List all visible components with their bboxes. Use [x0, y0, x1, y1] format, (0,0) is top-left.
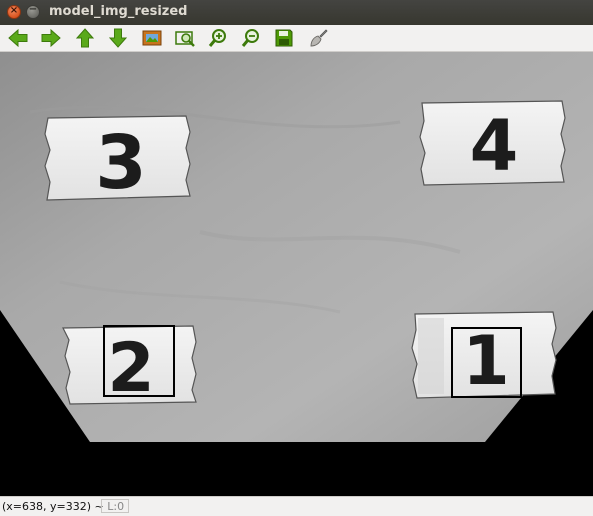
status-value-box [101, 499, 129, 513]
save-button[interactable] [273, 27, 295, 49]
zoom-in-button[interactable] [207, 27, 229, 49]
title-bar[interactable]: × − model_img_resized [0, 0, 593, 25]
zoom-region-button[interactable] [174, 27, 196, 49]
zoom-in-icon [208, 29, 226, 47]
card-1-digit: 1 [462, 322, 509, 401]
card-3-digit: 3 [95, 120, 147, 206]
close-icon: × [9, 5, 19, 16]
window-title: model_img_resized [49, 4, 188, 19]
card-3: 3 [44, 115, 191, 206]
zoom-fit-button[interactable] [141, 27, 163, 49]
image-viewport[interactable]: 3 4 2 1 [0, 52, 593, 496]
zoom-rect-icon [175, 31, 195, 47]
minimize-window-button[interactable]: − [26, 4, 40, 19]
image-icon [142, 30, 162, 46]
card-4: 4 [419, 100, 566, 187]
pan-up-button[interactable] [74, 27, 96, 49]
arrow-right-icon [41, 28, 61, 48]
card-4-digit: 4 [470, 105, 519, 187]
status-bar: (x=638, y=332) ~ L:0 [0, 496, 593, 516]
card-1: 1 [411, 311, 557, 401]
pan-down-button[interactable] [107, 27, 129, 49]
toolbar [0, 25, 593, 52]
floppy-disk-icon [275, 29, 293, 47]
minimize-icon: − [28, 4, 38, 15]
pan-right-button[interactable] [40, 27, 62, 49]
properties-button[interactable] [307, 27, 329, 49]
pan-left-button[interactable] [7, 27, 29, 49]
arrow-down-icon [108, 28, 128, 48]
model-image: 3 4 2 1 [0, 52, 593, 442]
cursor-coordinates: (x=638, y=332) [2, 500, 92, 513]
zoom-out-button[interactable] [240, 27, 262, 49]
arrow-up-icon [75, 28, 95, 48]
brush-icon [310, 29, 328, 47]
zoom-out-icon [241, 29, 259, 47]
close-window-button[interactable]: × [7, 5, 21, 19]
arrow-left-icon [8, 28, 28, 48]
